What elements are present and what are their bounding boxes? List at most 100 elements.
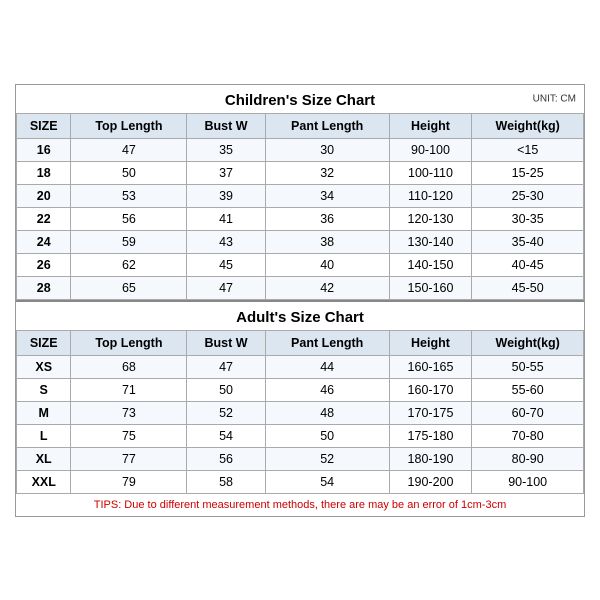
data-cell: 54 bbox=[265, 470, 389, 493]
table-row: M735248170-17560-70 bbox=[17, 401, 584, 424]
data-cell: 130-140 bbox=[389, 230, 472, 253]
data-cell: 58 bbox=[187, 470, 265, 493]
data-cell: 71 bbox=[71, 378, 187, 401]
size-cell: M bbox=[17, 401, 71, 424]
data-cell: 100-110 bbox=[389, 161, 472, 184]
data-cell: 50-55 bbox=[472, 355, 584, 378]
adult-title-text: Adult's Size Chart bbox=[236, 309, 364, 326]
col-bust-w: Bust W bbox=[187, 113, 265, 138]
data-cell: <15 bbox=[472, 138, 584, 161]
tips-text: TIPS: Due to different measurement metho… bbox=[16, 494, 584, 516]
size-cell: 26 bbox=[17, 253, 71, 276]
size-cell: 28 bbox=[17, 276, 71, 299]
children-table-header: SIZE Top Length Bust W Pant Length Heigh… bbox=[17, 113, 584, 138]
table-row: 28654742150-16045-50 bbox=[17, 276, 584, 299]
data-cell: 160-170 bbox=[389, 378, 472, 401]
adult-section-title: Adult's Size Chart bbox=[16, 300, 584, 330]
size-cell: L bbox=[17, 424, 71, 447]
data-cell: 53 bbox=[71, 184, 187, 207]
col-weight-adult: Weight(kg) bbox=[472, 330, 584, 355]
adult-table-header: SIZE Top Length Bust W Pant Length Heigh… bbox=[17, 330, 584, 355]
data-cell: 41 bbox=[187, 207, 265, 230]
data-cell: 90-100 bbox=[472, 470, 584, 493]
col-pant-length-adult: Pant Length bbox=[265, 330, 389, 355]
data-cell: 52 bbox=[265, 447, 389, 470]
data-cell: 110-120 bbox=[389, 184, 472, 207]
data-cell: 32 bbox=[265, 161, 389, 184]
table-row: 26624540140-15040-45 bbox=[17, 253, 584, 276]
table-row: XL775652180-19080-90 bbox=[17, 447, 584, 470]
data-cell: 160-165 bbox=[389, 355, 472, 378]
col-top-length: Top Length bbox=[71, 113, 187, 138]
data-cell: 46 bbox=[265, 378, 389, 401]
data-cell: 73 bbox=[71, 401, 187, 424]
table-row: 22564136120-13030-35 bbox=[17, 207, 584, 230]
table-row: S715046160-17055-60 bbox=[17, 378, 584, 401]
data-cell: 150-160 bbox=[389, 276, 472, 299]
data-cell: 39 bbox=[187, 184, 265, 207]
data-cell: 75 bbox=[71, 424, 187, 447]
data-cell: 34 bbox=[265, 184, 389, 207]
data-cell: 80-90 bbox=[472, 447, 584, 470]
children-title-text: Children's Size Chart bbox=[225, 92, 375, 109]
data-cell: 45-50 bbox=[472, 276, 584, 299]
size-cell: S bbox=[17, 378, 71, 401]
data-cell: 70-80 bbox=[472, 424, 584, 447]
data-cell: 120-130 bbox=[389, 207, 472, 230]
size-cell: 18 bbox=[17, 161, 71, 184]
data-cell: 170-175 bbox=[389, 401, 472, 424]
data-cell: 56 bbox=[187, 447, 265, 470]
data-cell: 37 bbox=[187, 161, 265, 184]
table-row: XXL795854190-20090-100 bbox=[17, 470, 584, 493]
data-cell: 50 bbox=[71, 161, 187, 184]
adult-size-table: SIZE Top Length Bust W Pant Length Heigh… bbox=[16, 330, 584, 494]
col-height: Height bbox=[389, 113, 472, 138]
data-cell: 190-200 bbox=[389, 470, 472, 493]
col-bust-w-adult: Bust W bbox=[187, 330, 265, 355]
size-chart-container: Children's Size Chart UNIT: CM SIZE Top … bbox=[15, 84, 585, 517]
unit-label: UNIT: CM bbox=[533, 93, 576, 104]
data-cell: 40 bbox=[265, 253, 389, 276]
data-cell: 45 bbox=[187, 253, 265, 276]
data-cell: 180-190 bbox=[389, 447, 472, 470]
data-cell: 77 bbox=[71, 447, 187, 470]
col-pant-length: Pant Length bbox=[265, 113, 389, 138]
data-cell: 56 bbox=[71, 207, 187, 230]
table-row: 20533934110-12025-30 bbox=[17, 184, 584, 207]
data-cell: 47 bbox=[187, 276, 265, 299]
data-cell: 79 bbox=[71, 470, 187, 493]
data-cell: 59 bbox=[71, 230, 187, 253]
size-cell: 20 bbox=[17, 184, 71, 207]
data-cell: 25-30 bbox=[472, 184, 584, 207]
table-row: 18503732100-11015-25 bbox=[17, 161, 584, 184]
data-cell: 15-25 bbox=[472, 161, 584, 184]
table-row: XS684744160-16550-55 bbox=[17, 355, 584, 378]
data-cell: 35 bbox=[187, 138, 265, 161]
col-size-adult: SIZE bbox=[17, 330, 71, 355]
table-row: 24594338130-14035-40 bbox=[17, 230, 584, 253]
data-cell: 140-150 bbox=[389, 253, 472, 276]
table-row: L755450175-18070-80 bbox=[17, 424, 584, 447]
data-cell: 62 bbox=[71, 253, 187, 276]
data-cell: 65 bbox=[71, 276, 187, 299]
data-cell: 40-45 bbox=[472, 253, 584, 276]
children-size-table: SIZE Top Length Bust W Pant Length Heigh… bbox=[16, 113, 584, 300]
data-cell: 30 bbox=[265, 138, 389, 161]
col-size: SIZE bbox=[17, 113, 71, 138]
data-cell: 42 bbox=[265, 276, 389, 299]
size-cell: XXL bbox=[17, 470, 71, 493]
col-weight: Weight(kg) bbox=[472, 113, 584, 138]
data-cell: 38 bbox=[265, 230, 389, 253]
data-cell: 43 bbox=[187, 230, 265, 253]
size-cell: XL bbox=[17, 447, 71, 470]
size-cell: XS bbox=[17, 355, 71, 378]
col-height-adult: Height bbox=[389, 330, 472, 355]
size-cell: 24 bbox=[17, 230, 71, 253]
data-cell: 44 bbox=[265, 355, 389, 378]
data-cell: 60-70 bbox=[472, 401, 584, 424]
col-top-length-adult: Top Length bbox=[71, 330, 187, 355]
data-cell: 54 bbox=[187, 424, 265, 447]
data-cell: 50 bbox=[265, 424, 389, 447]
data-cell: 175-180 bbox=[389, 424, 472, 447]
data-cell: 50 bbox=[187, 378, 265, 401]
